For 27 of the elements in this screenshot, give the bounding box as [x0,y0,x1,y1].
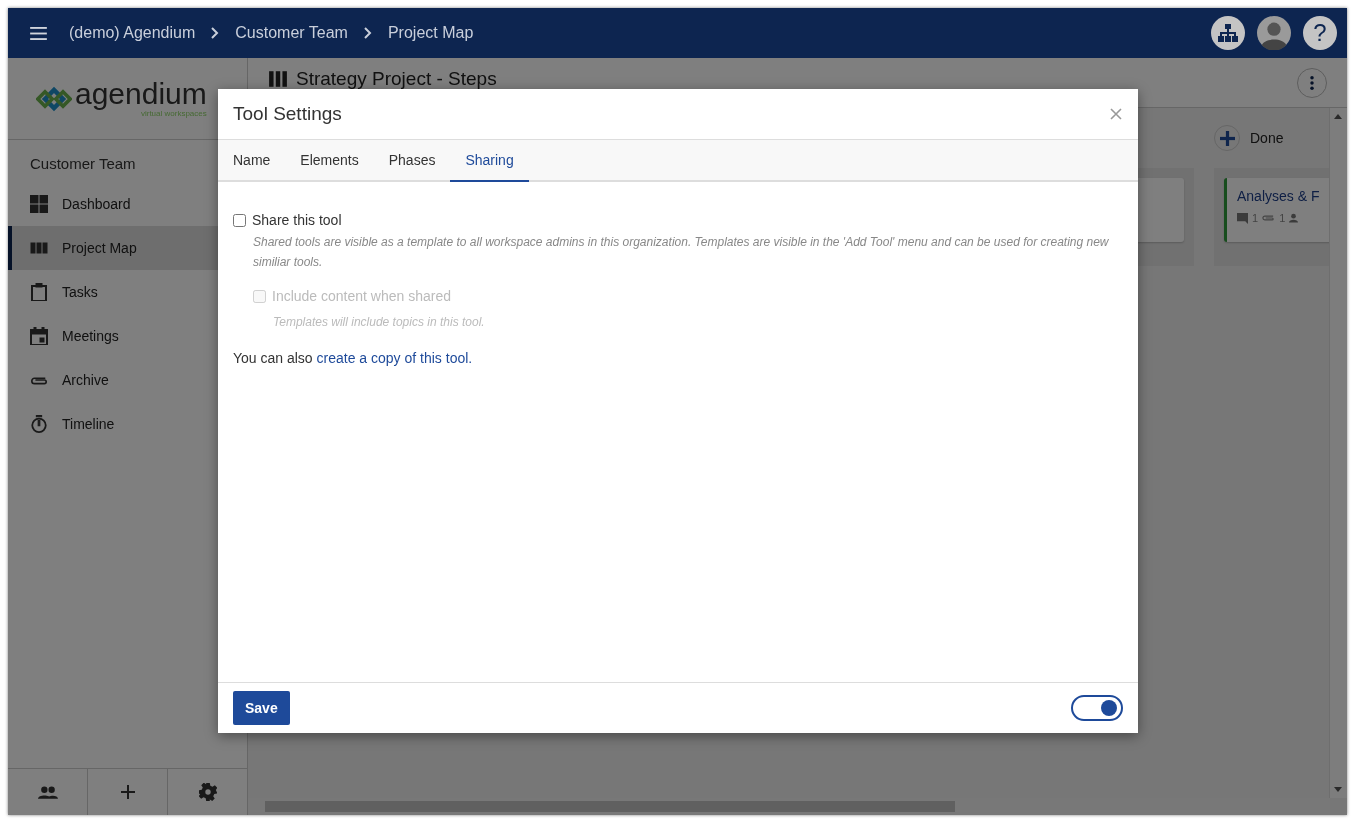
tab[interactable]: Elements [285,140,374,182]
hint-text: Templates will include topics in this tool. [273,314,486,331]
attachment-count: 1 [1279,212,1286,224]
note-text: You can also create a copy of this tool. [233,350,474,366]
card-title: Analyses & F [1237,188,1321,204]
checkbox-label: Include content when shared [272,288,451,304]
nav-item[interactable]: Timeline [8,402,247,446]
tab[interactable]: Sharing [450,140,529,182]
nav-item[interactable]: Tasks [8,270,247,314]
copy-link[interactable]: create a copy of this tool. [316,350,473,366]
dialog-title: Tool Settings [233,103,342,125]
column-title: Done [1250,130,1284,146]
tab[interactable]: Name [218,140,286,182]
comment-count: 1 [1252,212,1259,224]
save-button[interactable]: Save [233,691,290,725]
hint-text: Shared tools are visible as a template to all workspace admins in this organization. Templates are visible in the 'Add Tool' menu and can be used for creating new similiar tools. [253,234,1110,271]
breadcrumb-link[interactable]: Customer Team [235,24,348,42]
tab[interactable]: Phases [373,140,451,182]
checkbox-label: Share this tool [252,212,342,228]
help-button[interactable]: ? [1303,16,1337,50]
card[interactable]: Analyses & F 1 1 [1224,178,1329,242]
board-title: Strategy Project - Steps [296,67,497,90]
breadcrumb-link[interactable]: Project Map [387,24,474,42]
breadcrumb-link[interactable]: (demo) Agendium [69,24,196,42]
logo-tagline: virtual workspaces [140,109,207,118]
logo-wordmark: agendium [75,79,207,109]
nav-item[interactable]: Dashboard [8,182,247,226]
